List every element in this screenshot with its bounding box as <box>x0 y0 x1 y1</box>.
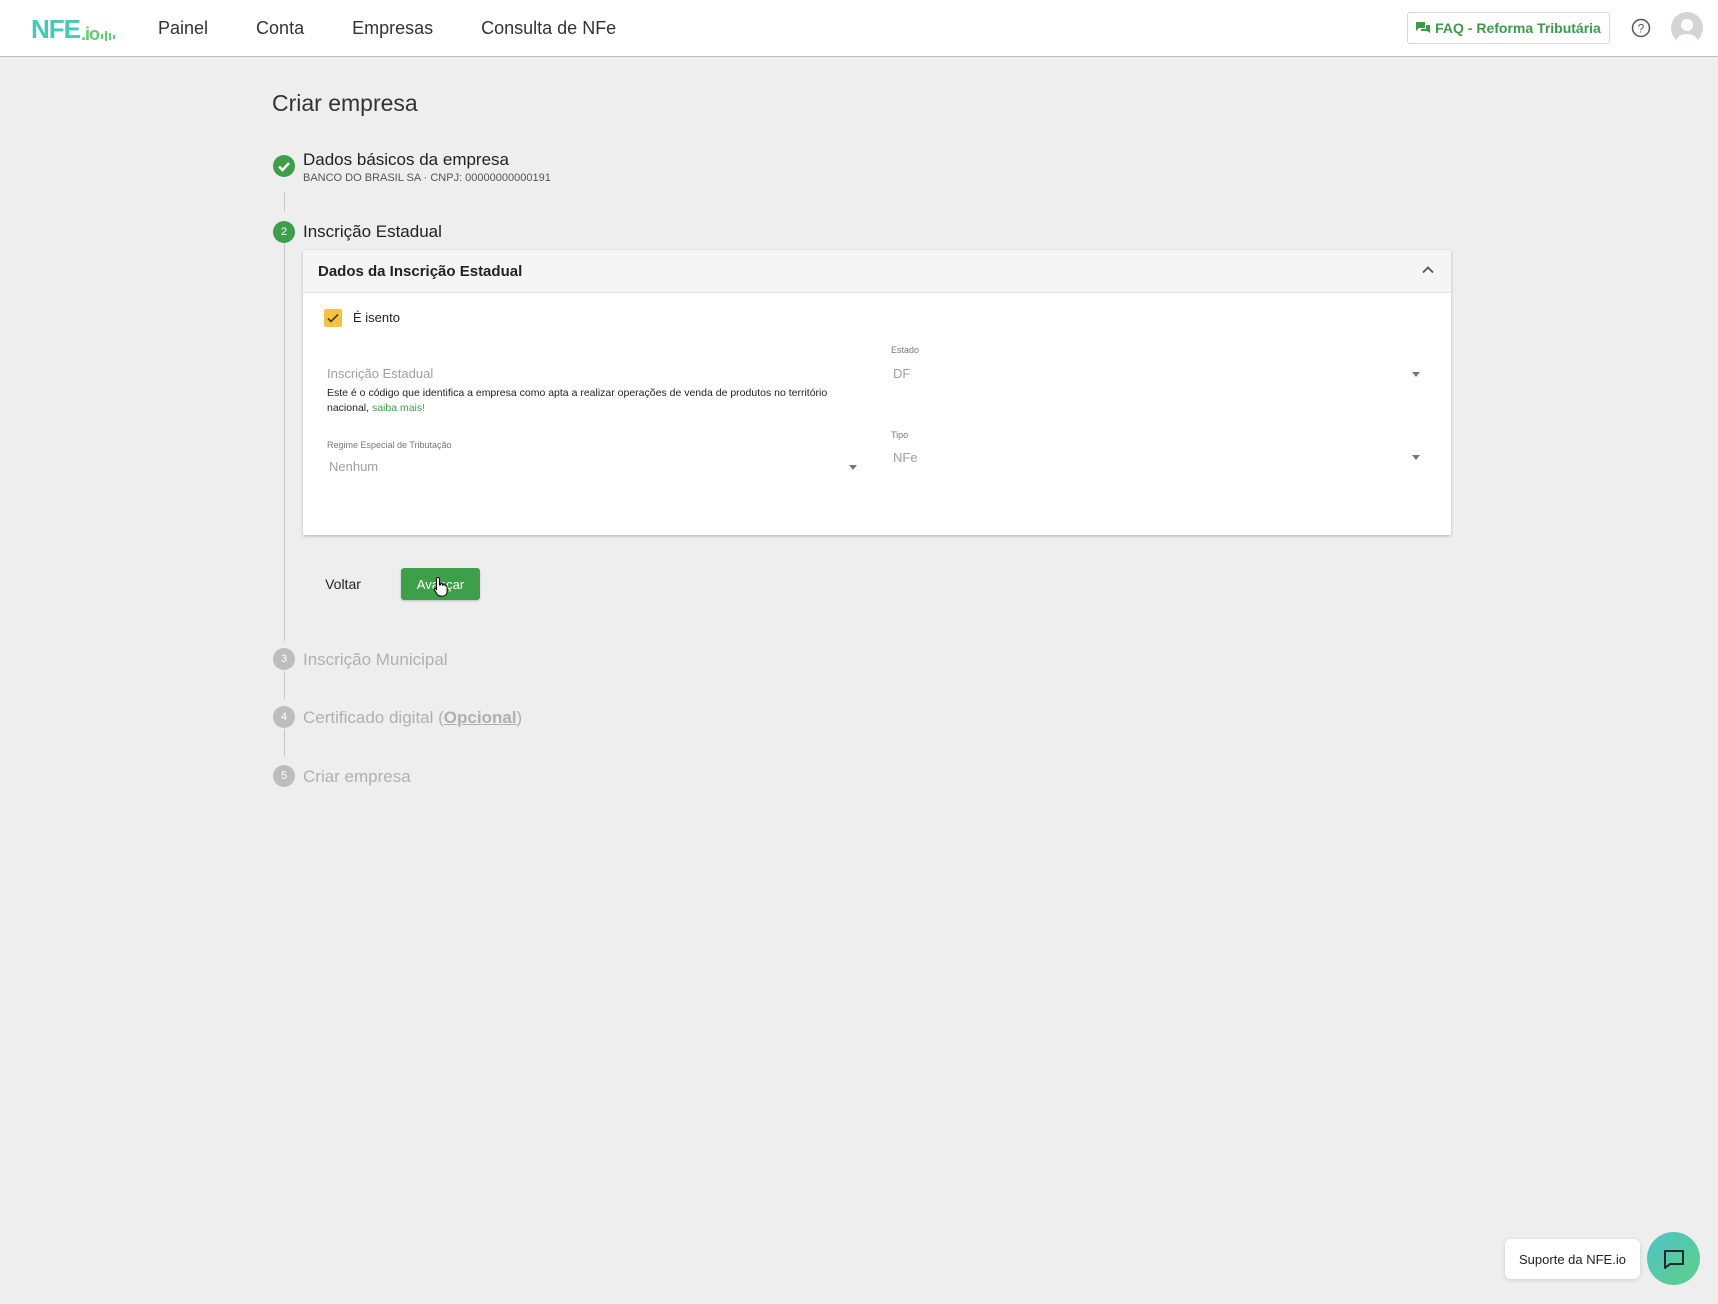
step-1-title[interactable]: Dados básicos da empresa <box>303 150 509 170</box>
card-header[interactable]: Dados da Inscrição Estadual <box>303 250 1451 293</box>
card-title: Dados da Inscrição Estadual <box>318 263 523 280</box>
opcional-link[interactable]: Opcional <box>444 708 517 727</box>
help-circle-icon[interactable]: ? <box>1631 18 1651 38</box>
faq-label: FAQ - Reforma Tributária <box>1435 20 1601 36</box>
step-4-title-prefix: Certificado digital ( <box>303 708 444 727</box>
exempt-label[interactable]: É isento <box>353 310 400 325</box>
estado-select[interactable]: DF <box>893 366 910 381</box>
nfe-logo[interactable]: NFE .io <box>31 14 115 45</box>
inscricao-estadual-card: Dados da Inscrição Estadual É isento Ins… <box>303 250 1451 535</box>
tipo-select[interactable]: NFe <box>893 450 918 465</box>
support-label[interactable]: Suporte da NFE.io <box>1505 1239 1640 1279</box>
stepper-line <box>284 671 285 699</box>
chat-icon <box>1416 22 1431 33</box>
step-2-number: 2 <box>273 221 295 243</box>
step-1-subtitle: BANCO DO BRASIL SA · CNPJ: 0000000000019… <box>303 172 551 184</box>
svg-text:?: ? <box>1638 22 1645 36</box>
stepper-line <box>284 192 285 212</box>
hand-cursor-icon <box>433 576 448 597</box>
stepper-line <box>284 729 285 757</box>
inscricao-estadual-input[interactable]: Inscrição Estadual <box>327 366 433 381</box>
nav-empresas[interactable]: Empresas <box>352 18 433 39</box>
ie-helper-text: Este é o código que identifica a empresa… <box>327 386 847 416</box>
estado-dropdown-icon[interactable] <box>1412 372 1420 377</box>
step-2-title[interactable]: Inscrição Estadual <box>303 222 442 242</box>
step-5-title: Criar empresa <box>303 767 411 786</box>
chat-bubble-icon[interactable] <box>1647 1232 1700 1285</box>
regime-label: Regime Especial de Tributação <box>327 440 452 450</box>
faq-reforma-button[interactable]: FAQ - Reforma Tributária <box>1407 12 1610 44</box>
chevron-up-icon[interactable] <box>1421 263 1435 277</box>
step-4-title: Certificado digital (Opcional) <box>303 708 522 728</box>
nav-conta[interactable]: Conta <box>256 18 304 39</box>
back-button[interactable]: Voltar <box>313 568 373 600</box>
user-avatar-icon[interactable] <box>1671 12 1703 44</box>
logo-text: NFE <box>31 14 81 44</box>
step-4-title-suffix: ) <box>516 708 523 727</box>
page-title: Criar empresa <box>272 90 418 116</box>
logo-suffix: .io <box>81 24 100 44</box>
check-icon <box>327 313 339 323</box>
saiba-mais-link[interactable]: saiba mais! <box>372 402 425 414</box>
nav-consulta-nfe[interactable]: Consulta de NFe <box>481 18 616 39</box>
tipo-dropdown-icon[interactable] <box>1412 455 1420 460</box>
step-4-number: 4 <box>273 706 295 728</box>
top-navbar: NFE .io Painel Conta Empresas Consulta de… <box>0 0 1718 57</box>
nav-painel[interactable]: Painel <box>158 18 208 39</box>
step-3-title: Inscrição Municipal <box>303 650 448 669</box>
step-1-check-icon <box>273 155 295 177</box>
estado-label: Estado <box>891 345 920 355</box>
regime-dropdown-icon[interactable] <box>849 465 857 470</box>
step-3-number: 3 <box>273 648 295 670</box>
exempt-checkbox[interactable] <box>324 309 342 327</box>
main-nav: Painel Conta Empresas Consulta de NFe <box>158 0 664 57</box>
step-5-number: 5 <box>273 765 295 787</box>
stepper-line <box>284 243 285 641</box>
regime-select[interactable]: Nenhum <box>329 459 378 474</box>
logo-wave-icon <box>101 31 115 41</box>
tipo-label: Tipo <box>891 430 909 440</box>
